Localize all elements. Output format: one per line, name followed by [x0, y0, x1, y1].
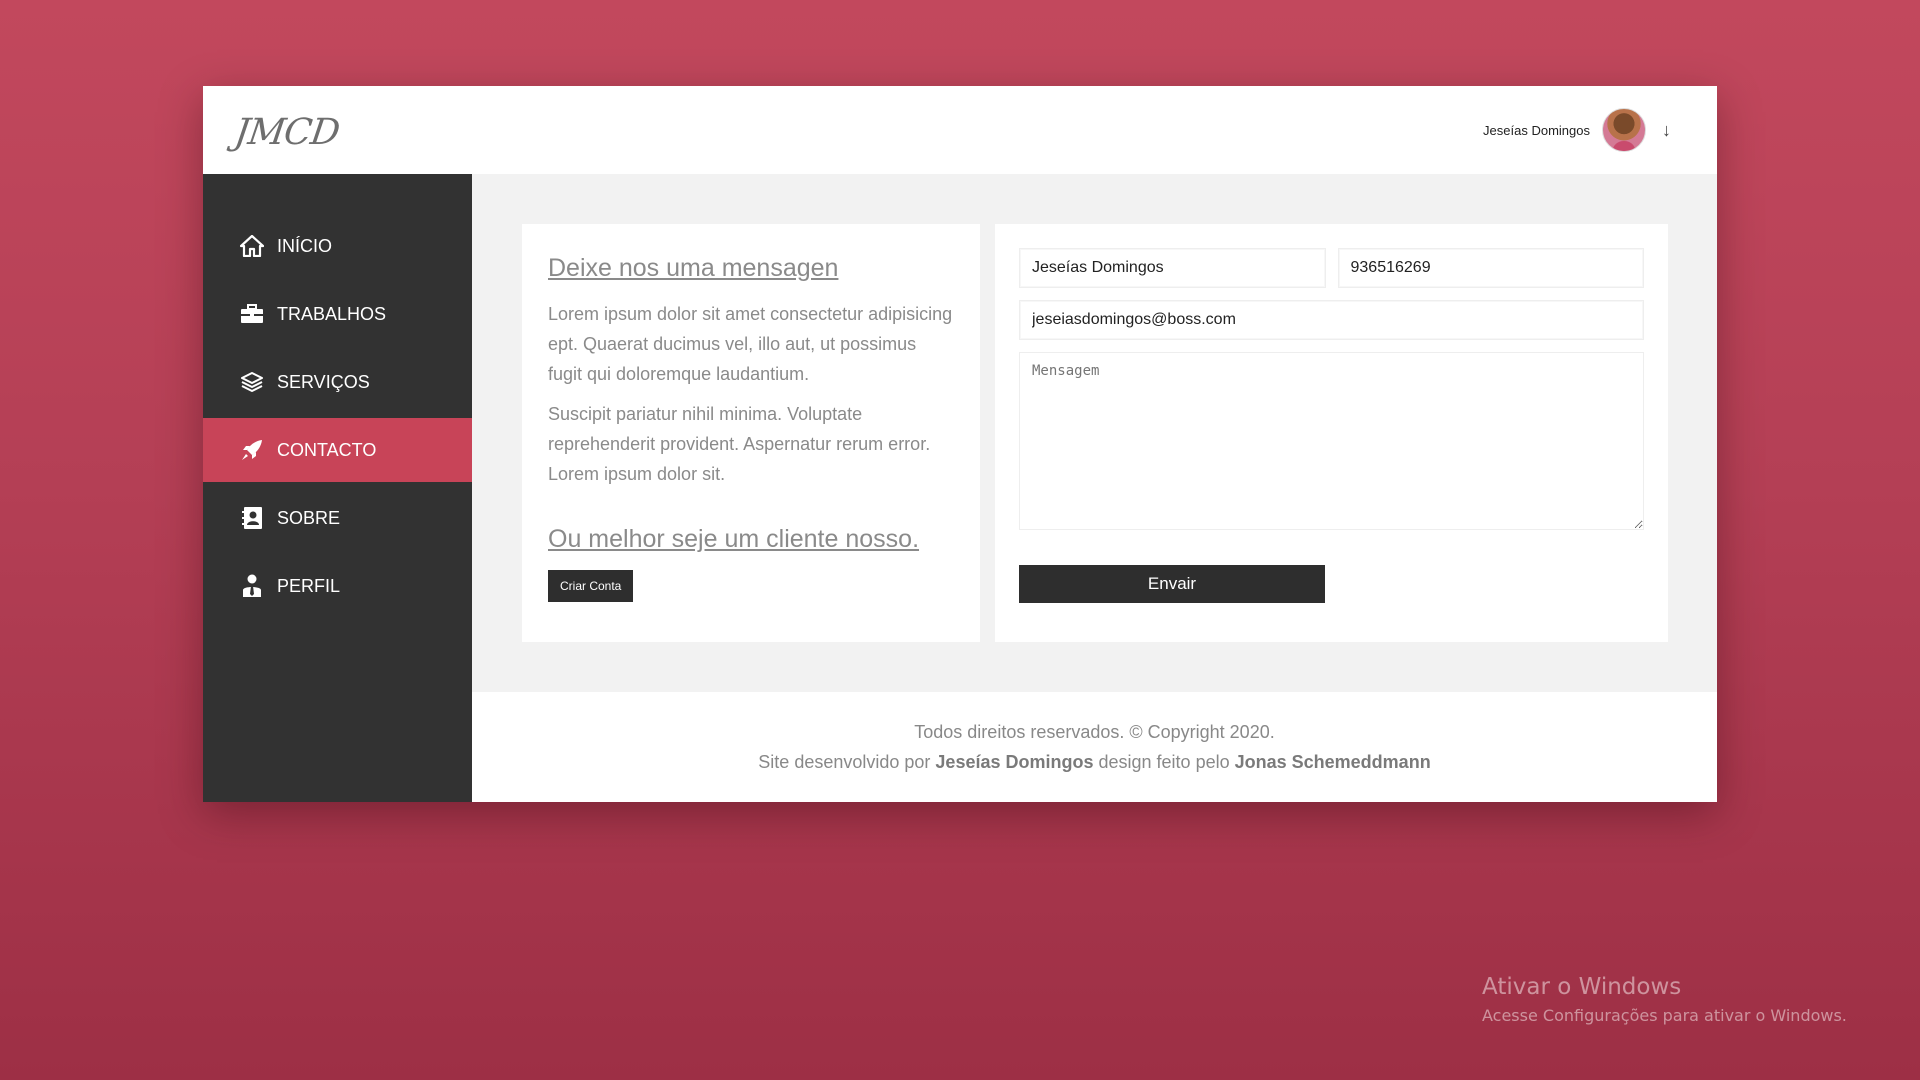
footer-credits-prefix: Site desenvolvido por — [758, 752, 931, 772]
contact-paragraph-2: Suscipit pariatur nihil minima. Voluptat… — [548, 404, 931, 484]
sidebar-item-label: SERVIÇOS — [277, 371, 370, 392]
sidebar-item-trabalhos[interactable]: TRABALHOS — [203, 282, 472, 346]
avatar[interactable] — [1602, 108, 1646, 152]
contact-form-card: Envair — [995, 224, 1668, 642]
sidebar-item-label: TRABALHOS — [277, 303, 387, 324]
name-field[interactable] — [1019, 248, 1326, 288]
footer-developer-name: Jeseías Domingos — [935, 752, 1094, 772]
phone-field[interactable] — [1337, 248, 1644, 288]
create-account-button[interactable]: Criar Conta — [548, 570, 634, 602]
sidebar-item-label: PERFIL — [277, 575, 341, 596]
rocket-icon — [239, 437, 265, 463]
top-header: JMCD Jeseías Domingos ↓ — [203, 86, 1717, 175]
sidebar-item-label: INÍCIO — [277, 235, 333, 256]
layers-icon — [239, 369, 265, 395]
sidebar-item-perfil[interactable]: PERFIL — [203, 554, 472, 618]
footer-credits: Site desenvolvido por Jeseías Domingos d… — [472, 747, 1717, 777]
contact-paragraph-1: Lorem ipsum dolor sit amet consectetur a… — [548, 304, 953, 384]
user-name[interactable]: Jeseías Domingos — [1483, 123, 1590, 138]
contact-book-icon — [239, 505, 265, 531]
email-field[interactable] — [1019, 300, 1644, 340]
footer-designer-name: Jonas Schemeddmann — [1234, 752, 1431, 772]
contact-info-card: Deixe nos uma mensagen Lorem ipsum dolor… — [522, 224, 980, 642]
sidebar-item-contacto[interactable]: CONTACTO — [203, 418, 472, 482]
footer-credits-middle: design feito pelo — [1098, 752, 1230, 772]
form-row-name-phone — [1019, 248, 1644, 288]
windows-activation-watermark: Ativar o Windows Acesse Configurações pa… — [1482, 974, 1847, 1025]
home-icon — [239, 233, 265, 259]
form-row-email — [1019, 300, 1644, 340]
sidebar-item-inicio[interactable]: INÍCIO — [203, 214, 472, 278]
footer-copyright: Todos direitos reservados. © Copyright 2… — [914, 722, 1275, 742]
user-menu[interactable]: Jeseías Domingos ↓ — [1483, 108, 1671, 152]
arrow-down-icon[interactable]: ↓ — [1662, 120, 1671, 141]
sidebar-item-servicos[interactable]: SERVIÇOS — [203, 350, 472, 414]
send-button[interactable]: Envair — [1019, 565, 1325, 603]
sidebar-nav: INÍCIO TRABALHOS SERVIÇOS CONTACTO SOBRE… — [203, 214, 472, 622]
sidebar-item-label: SOBRE — [277, 507, 341, 528]
footer: Todos direitos reservados. © Copyright 2… — [472, 692, 1717, 802]
contact-title: Deixe nos uma mensagen — [548, 254, 839, 282]
sidebar-item-sobre[interactable]: SOBRE — [203, 486, 472, 550]
message-field[interactable] — [1019, 352, 1644, 530]
app-window: JMCD Jeseías Domingos ↓ INÍCIO TRABALHOS — [203, 86, 1717, 802]
main-content: Deixe nos uma mensagen Lorem ipsum dolor… — [472, 174, 1717, 802]
briefcase-icon — [239, 301, 265, 327]
sidebar: INÍCIO TRABALHOS SERVIÇOS CONTACTO SOBRE… — [203, 174, 472, 802]
user-tie-icon — [239, 573, 265, 599]
watermark-title: Ativar o Windows — [1482, 974, 1682, 1000]
sidebar-item-label: CONTACTO — [277, 439, 377, 460]
logo[interactable]: JMCD — [232, 112, 341, 153]
watermark-subtitle: Acesse Configurações para ativar o Windo… — [1482, 1006, 1847, 1025]
become-client-link[interactable]: Ou melhor seje um cliente nosso. — [548, 525, 954, 554]
